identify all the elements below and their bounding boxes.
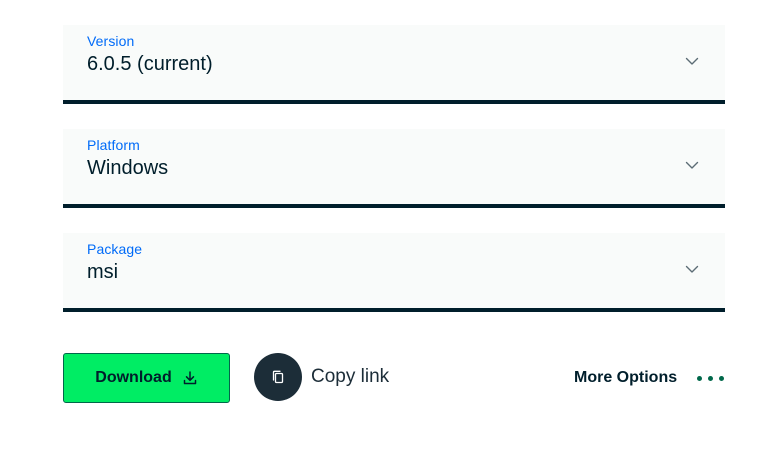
platform-select[interactable]: Platform Windows (63, 129, 725, 208)
package-value: msi (87, 261, 119, 283)
copy-icon (272, 370, 284, 384)
download-button-label: Download (95, 369, 172, 386)
platform-label: Platform (87, 137, 140, 153)
package-select[interactable]: Package msi (63, 233, 725, 312)
chevron-down-icon (685, 265, 699, 273)
download-icon (183, 371, 196, 385)
platform-value: Windows (87, 157, 169, 179)
more-options-label: More Options (574, 369, 678, 386)
package-label: Package (87, 241, 143, 257)
ellipsis-icon (697, 375, 725, 381)
copy-icon-circle[interactable] (254, 353, 302, 401)
download-button[interactable]: Download (63, 353, 230, 403)
more-options-button[interactable]: More Options (574, 366, 725, 390)
version-select[interactable]: Version 6.0.5 (current) (63, 25, 725, 104)
version-value: 6.0.5 (current) (87, 53, 213, 75)
chevron-down-icon (685, 161, 699, 169)
copy-link-label: Copy link (311, 366, 390, 387)
chevron-down-icon (685, 57, 699, 65)
download-panel: Version 6.0.5 (current) Platform Windows… (0, 0, 776, 462)
copy-link-button[interactable]: Copy link (254, 353, 389, 401)
version-label: Version (87, 33, 135, 49)
